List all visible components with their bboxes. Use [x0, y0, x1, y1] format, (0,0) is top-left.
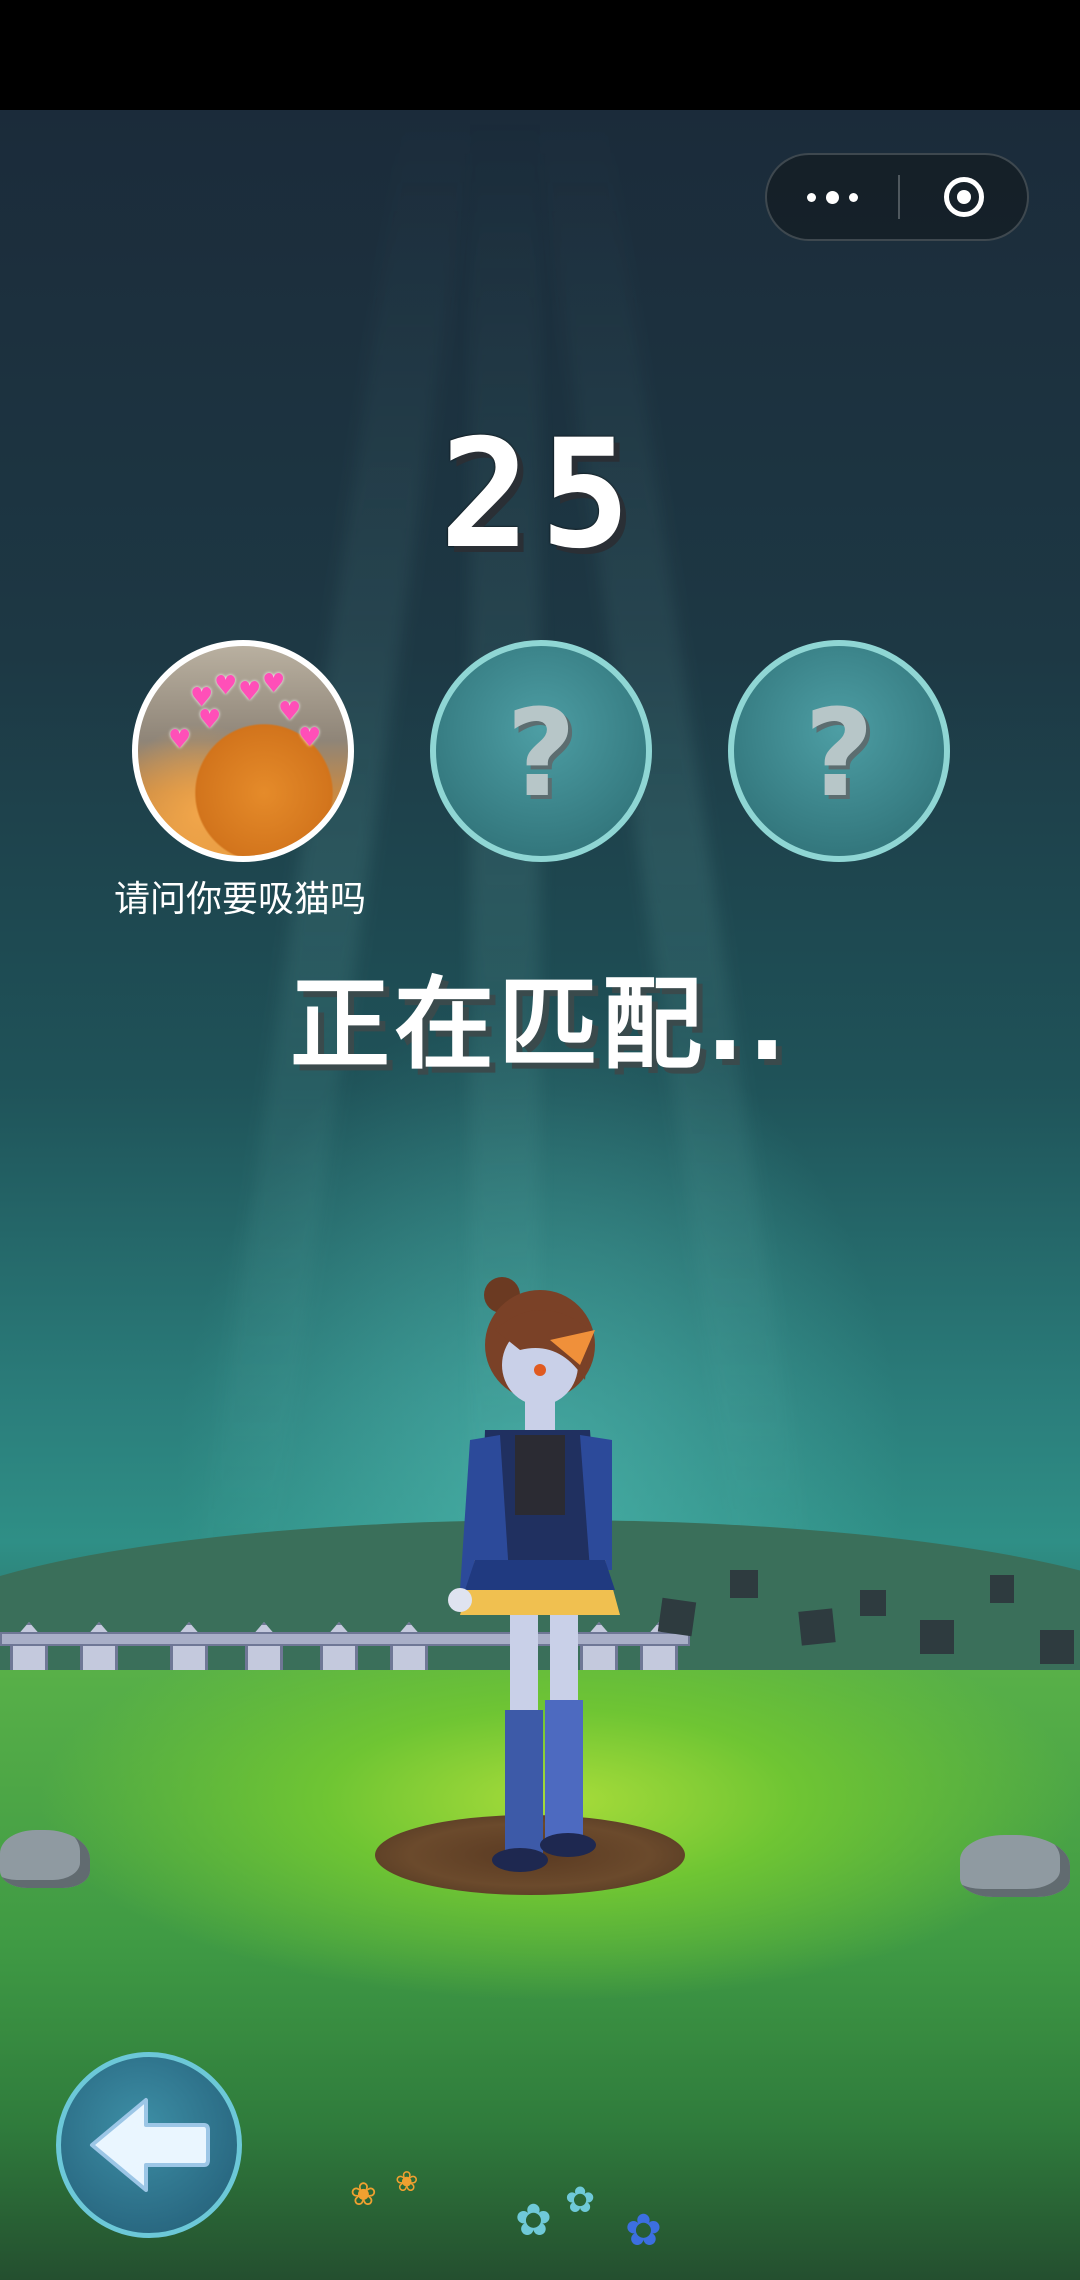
player-name: 请问你要吸猫吗 — [113, 879, 366, 920]
question-mark: ? — [804, 684, 874, 824]
matching-status: 正在匹配.. — [290, 966, 790, 1083]
more-dots-icon[interactable] — [767, 155, 897, 239]
flower-icon: ❀ — [395, 2165, 419, 2198]
tombstone — [920, 1620, 954, 1654]
player-avatar: ♥ ♥ ♥ ♥ ♥ ♥ ♥ ♥ — [132, 640, 354, 862]
tombstone — [990, 1575, 1014, 1603]
tombstone — [860, 1590, 886, 1616]
question-mark: ? — [506, 684, 576, 824]
tombstone — [798, 1608, 836, 1646]
empty-player-slot: ? — [430, 640, 652, 862]
game-screen: 25 ♥ ♥ ♥ ♥ ♥ ♥ ♥ ♥ ? ? 请问你要吸猫吗 正在匹配.. ✿ … — [0, 0, 1080, 2280]
back-button[interactable] — [56, 2052, 242, 2238]
tombstone — [1040, 1630, 1074, 1664]
rock — [0, 1830, 90, 1888]
flower-icon: ❀ — [350, 2175, 377, 2213]
back-arrow-icon — [90, 2098, 210, 2192]
tombstone — [657, 1597, 697, 1637]
flower-icon: ✿ — [565, 2180, 596, 2221]
status-bar — [0, 0, 1080, 110]
mini-program-capsule — [765, 153, 1029, 241]
flower-icon: ✿ — [625, 2205, 662, 2256]
countdown-timer: 25 — [439, 408, 641, 582]
flower-icon: ✿ — [515, 2195, 552, 2246]
tombstone — [730, 1570, 758, 1598]
character-sprite — [390, 1270, 630, 1880]
capsule-divider — [898, 175, 900, 219]
close-target-icon[interactable] — [901, 155, 1027, 239]
empty-player-slot: ? — [728, 640, 950, 862]
rock — [960, 1835, 1070, 1897]
